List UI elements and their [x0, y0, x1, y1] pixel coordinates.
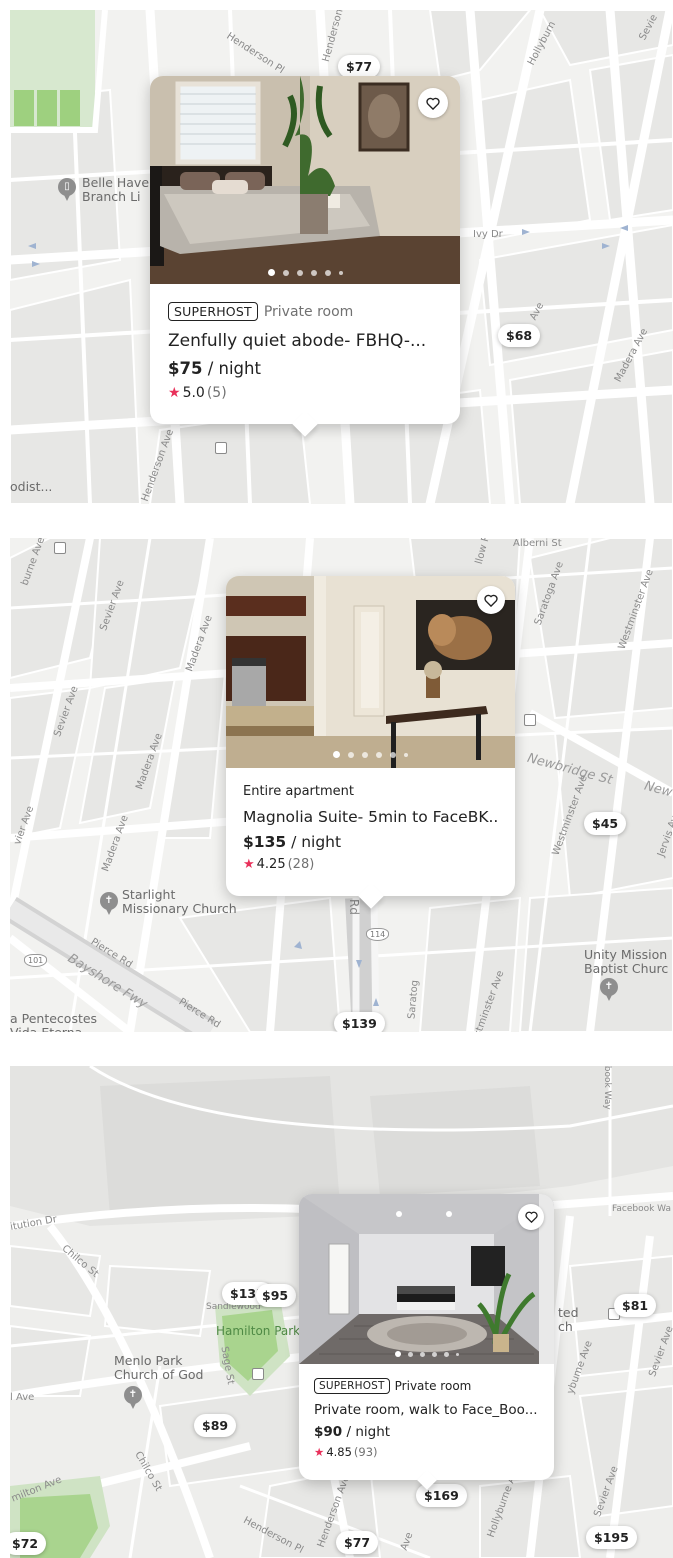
review-count: (28) [287, 857, 315, 872]
pagination-dot[interactable] [282, 269, 289, 276]
favorite-heart-button[interactable] [418, 88, 448, 118]
map-panel-3[interactable]: itution Dr Chilco St Sandlewood Hamilton… [10, 1066, 673, 1558]
pagination-dot[interactable] [394, 1351, 401, 1357]
map-panel-2[interactable]: burne Ave Sevier Ave Madera Ave Sevier A… [10, 538, 673, 1032]
pagination-dot[interactable] [333, 751, 340, 758]
review-count: (5) [206, 385, 227, 401]
pagination-dot[interactable] [338, 270, 343, 275]
room-type: Private room [263, 303, 354, 320]
map-panel-1[interactable]: ▯ Belle Have Branch Li Ivy Dr Henderson … [10, 10, 673, 504]
transit-icon [215, 442, 227, 454]
room-type: Private room [394, 1379, 472, 1393]
listing-photo[interactable] [299, 1194, 554, 1364]
pagination-dot[interactable] [407, 1351, 413, 1357]
listing-price: $75 / night [168, 359, 442, 378]
star-icon: ★ [243, 857, 255, 872]
listing-details: Entire apartment Magnolia Suite- 5min to… [226, 768, 515, 872]
price-pin[interactable]: $139 [334, 1012, 385, 1032]
price-pin[interactable]: $45 [584, 812, 627, 835]
star-icon: ★ [314, 1445, 325, 1459]
price-pin[interactable]: $89 [194, 1414, 237, 1437]
listing-rating: ★ 5.0 (5) [168, 385, 442, 401]
superhost-badge: SUPERHOST [168, 302, 258, 321]
transit-icon [524, 714, 536, 726]
listing-photo[interactable] [226, 576, 515, 768]
pagination-dot[interactable] [455, 1352, 459, 1356]
price-pin[interactable]: $72 [10, 1532, 47, 1555]
listing-rating: ★ 4.85 (93) [314, 1445, 539, 1459]
room-type: Entire apartment [243, 784, 354, 799]
review-count: (93) [353, 1445, 378, 1459]
rating-value: 5.0 [182, 385, 205, 401]
photo-pagination-dots [226, 751, 515, 758]
heart-icon [484, 594, 498, 607]
listing-meta: Entire apartment [243, 784, 498, 799]
church-pin-icon: ✝ [100, 892, 118, 915]
superhost-badge: SUPERHOST [314, 1378, 390, 1394]
rating-value: 4.85 [326, 1445, 352, 1459]
heart-icon [426, 97, 440, 110]
pagination-dot[interactable] [362, 751, 368, 758]
price-amount: $75 [168, 359, 203, 378]
favorite-heart-button[interactable] [477, 586, 505, 614]
price-unit: / night [286, 833, 342, 851]
photo-pagination-dots [299, 1351, 554, 1357]
pagination-dot[interactable] [404, 752, 408, 757]
pagination-dot[interactable] [267, 269, 275, 276]
listing-meta: SUPERHOST Private room [168, 302, 442, 321]
bedroom-photo [150, 76, 460, 284]
pagination-dot[interactable] [310, 269, 317, 276]
listing-price: $90 / night [314, 1424, 539, 1440]
photo-pagination-dots [150, 269, 460, 276]
listing-card[interactable]: SUPERHOST Private room Zenfully quiet ab… [150, 76, 460, 437]
price-pin[interactable]: $68 [498, 324, 541, 347]
price-unit: / night [202, 359, 261, 378]
pagination-dot[interactable] [390, 751, 396, 758]
listing-details: SUPERHOST Private room Zenfully quiet ab… [150, 284, 460, 401]
pagination-dot[interactable] [443, 1351, 449, 1357]
listing-title[interactable]: Magnolia Suite- 5min to FaceBK... [243, 808, 498, 826]
pagination-dot[interactable] [348, 751, 354, 758]
pagination-dot[interactable] [419, 1351, 425, 1357]
listing-meta: SUPERHOST Private room [314, 1378, 539, 1394]
library-pin-icon: ▯ [58, 178, 76, 201]
church-pin-icon: ✝ [600, 978, 618, 1001]
listing-details: SUPERHOST Private room Private room, wal… [299, 1364, 554, 1459]
listing-title[interactable]: Private room, walk to Face_Boo... [314, 1402, 539, 1418]
listing-card[interactable]: SUPERHOST Private room Private room, wal… [299, 1194, 554, 1490]
price-amount: $135 [243, 833, 287, 851]
pagination-dot[interactable] [376, 751, 382, 758]
rating-value: 4.25 [256, 857, 286, 872]
price-pin[interactable]: $195 [586, 1526, 637, 1549]
room-photo [299, 1194, 554, 1364]
transit-icon [54, 542, 66, 554]
apartment-photo [226, 576, 515, 768]
price-pin[interactable]: $77 [338, 55, 381, 78]
heart-icon [524, 1211, 538, 1223]
star-icon: ★ [168, 385, 181, 401]
listing-rating: ★ 4.25 (28) [243, 857, 498, 872]
pagination-dot[interactable] [296, 269, 303, 276]
pagination-dot[interactable] [324, 269, 331, 276]
favorite-heart-button[interactable] [518, 1204, 544, 1230]
price-pin[interactable]: $77 [336, 1531, 379, 1554]
price-pin[interactable]: $81 [614, 1294, 657, 1317]
price-pin[interactable]: $95 [256, 1284, 297, 1307]
listing-photo[interactable] [150, 76, 460, 284]
price-unit: / night [342, 1424, 391, 1440]
price-amount: $90 [314, 1424, 343, 1440]
pagination-dot[interactable] [431, 1351, 437, 1357]
listing-title[interactable]: Zenfully quiet abode- FBHQ-... [168, 331, 442, 351]
transit-icon [252, 1368, 264, 1380]
listing-card[interactable]: Entire apartment Magnolia Suite- 5min to… [226, 576, 515, 909]
church-pin-icon: ✝ [124, 1386, 142, 1409]
listing-price: $135 / night [243, 833, 498, 851]
